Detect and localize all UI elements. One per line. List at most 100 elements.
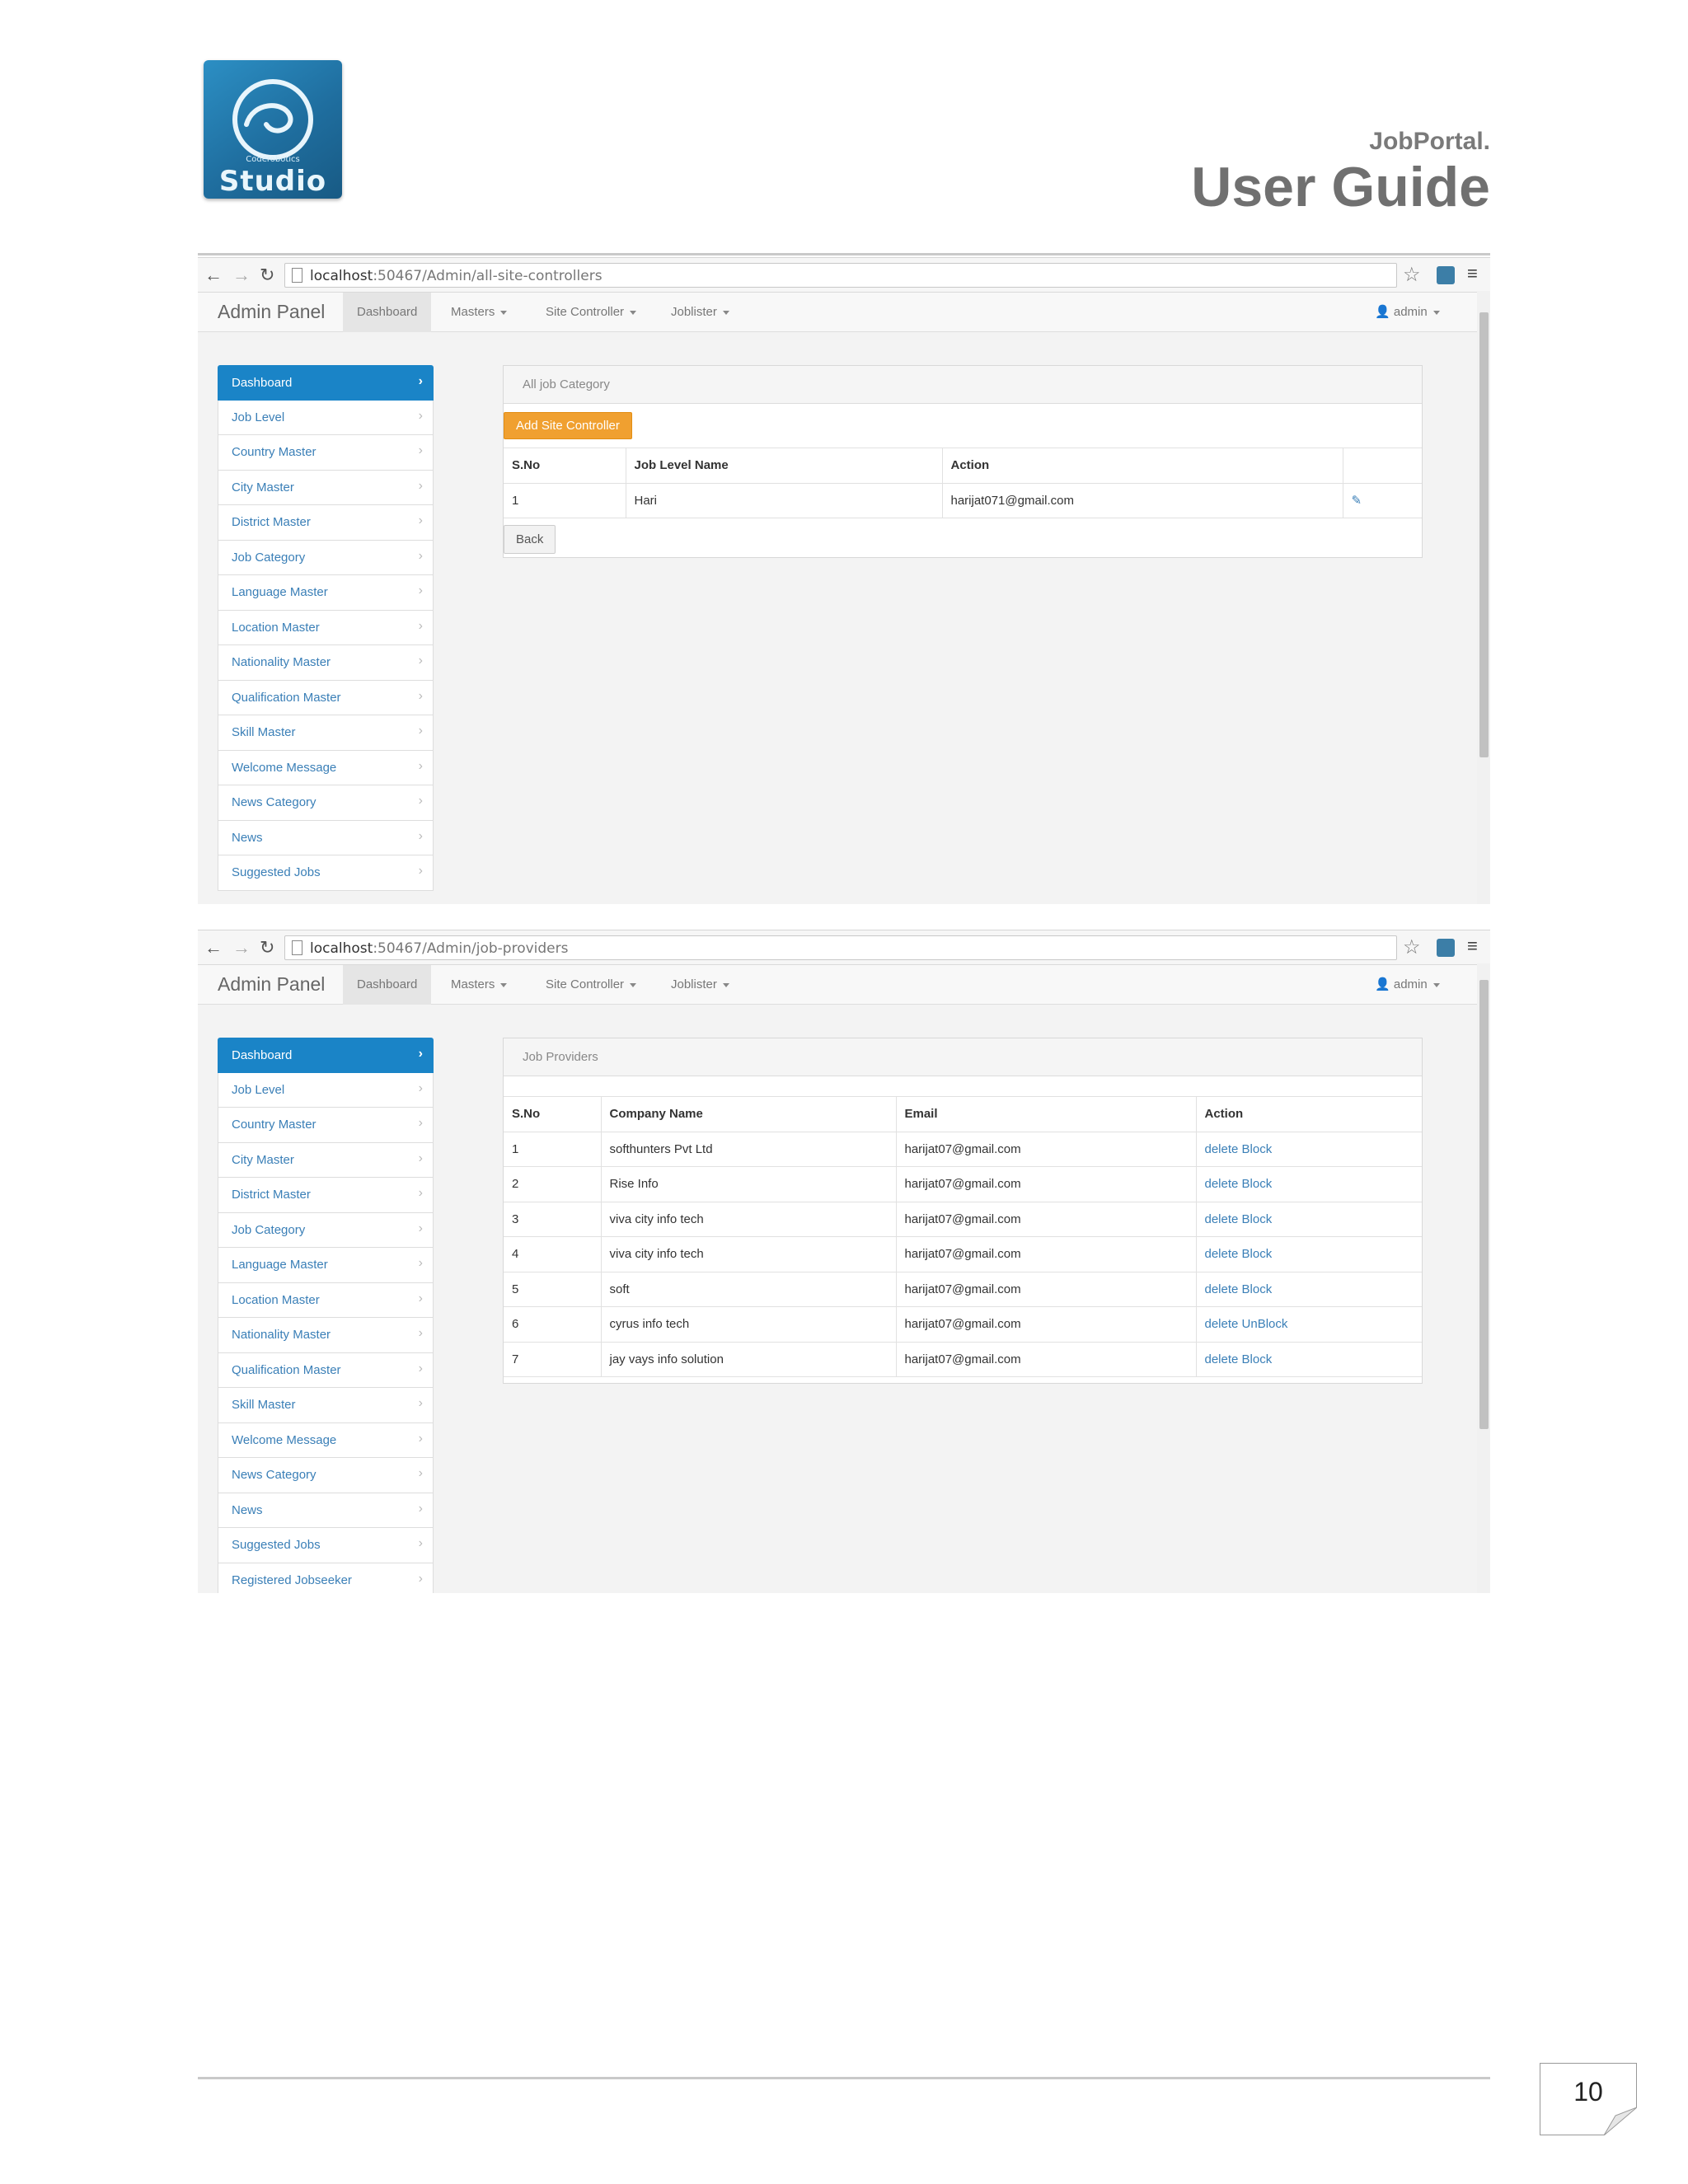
- sidebar-item[interactable]: News ›: [218, 1493, 434, 1528]
- block-toggle-link[interactable]: Block: [1242, 1142, 1273, 1156]
- reload-icon[interactable]: ↻: [260, 265, 274, 286]
- block-toggle-link[interactable]: UnBlock: [1242, 1317, 1288, 1331]
- sidebar-item-label: District Master: [232, 1188, 311, 1202]
- sidebar-item-label: News Category: [232, 795, 316, 809]
- chevron-right-icon: ›: [418, 1256, 423, 1270]
- sidebar-item[interactable]: Suggested Jobs ›: [218, 855, 434, 891]
- sidebar-item[interactable]: Nationality Master ›: [218, 645, 434, 681]
- block-toggle-link[interactable]: Block: [1242, 1212, 1273, 1226]
- scrollbar[interactable]: [1477, 291, 1490, 904]
- browser-menu-icon[interactable]: ≡: [1467, 263, 1478, 284]
- sidebar-item[interactable]: District Master ›: [218, 505, 434, 541]
- sidebar-item[interactable]: City Master ›: [218, 470, 434, 505]
- footer-rule: [198, 2077, 1490, 2079]
- sidebar-item[interactable]: District Master ›: [218, 1178, 434, 1213]
- address-bar[interactable]: localhost:50467/Admin/job-providers: [284, 935, 1397, 960]
- sidebar-item[interactable]: Skill Master ›: [218, 715, 434, 751]
- block-toggle-link[interactable]: Block: [1242, 1352, 1273, 1366]
- sidebar-item[interactable]: Job Level ›: [218, 400, 434, 435]
- sidebar-item[interactable]: News Category ›: [218, 1458, 434, 1493]
- chevron-right-icon: ›: [418, 478, 423, 493]
- back-button[interactable]: Back: [504, 525, 556, 554]
- block-toggle-link[interactable]: Block: [1242, 1247, 1273, 1261]
- sidebar-item-dashboard[interactable]: Dashboard ›: [218, 1038, 434, 1073]
- admin-navbar: Admin Panel Dashboard Masters Site Contr…: [198, 965, 1490, 1005]
- tab-site-controller[interactable]: Site Controller: [532, 965, 650, 1005]
- sidebar-item[interactable]: Location Master ›: [218, 610, 434, 645]
- col-action: Action: [1196, 1096, 1422, 1132]
- sidebar-item[interactable]: News ›: [218, 820, 434, 855]
- sidebar-item[interactable]: Skill Master ›: [218, 1388, 434, 1423]
- extension-icon[interactable]: [1437, 939, 1455, 957]
- sidebar-item-label: Country Master: [232, 445, 316, 459]
- sidebar-item[interactable]: Country Master ›: [218, 1108, 434, 1143]
- tab-site-controller[interactable]: Site Controller: [532, 293, 650, 332]
- back-arrow-icon[interactable]: ←: [204, 937, 223, 958]
- tab-masters[interactable]: Masters: [437, 965, 521, 1005]
- sidebar-item-dashboard[interactable]: Dashboard ›: [218, 365, 434, 401]
- browser-menu-icon[interactable]: ≡: [1467, 935, 1478, 957]
- tab-dashboard[interactable]: Dashboard: [343, 293, 432, 332]
- page-body: Dashboard › Job Level › Country Master › City …: [198, 963, 1490, 1593]
- url-text: localhost:50467/Admin/all-site-controlle…: [310, 268, 603, 284]
- screenshot-site-controllers: ← → ↻ localhost:50467/Admin/all-site-con…: [198, 257, 1490, 904]
- bookmark-star-icon[interactable]: ☆: [1403, 935, 1421, 959]
- sidebar-item[interactable]: Qualification Master ›: [218, 1352, 434, 1388]
- back-arrow-icon[interactable]: ←: [204, 265, 223, 286]
- chevron-right-icon: ›: [418, 1326, 423, 1340]
- chevron-right-icon: ›: [418, 583, 423, 598]
- user-menu[interactable]: 👤 admin: [1375, 293, 1440, 332]
- chevron-right-icon: ›: [418, 443, 423, 457]
- tab-dashboard[interactable]: Dashboard: [343, 965, 432, 1005]
- sidebar-item-label: Welcome Message: [232, 1432, 337, 1447]
- tab-joblister[interactable]: Joblister: [657, 293, 743, 332]
- delete-link[interactable]: delete: [1205, 1142, 1239, 1156]
- delete-link[interactable]: delete: [1205, 1247, 1239, 1261]
- sidebar-item-label: Dashboard: [232, 376, 293, 390]
- sidebar-item[interactable]: Nationality Master ›: [218, 1318, 434, 1353]
- sidebar-item[interactable]: Welcome Message ›: [218, 750, 434, 785]
- sidebar-item[interactable]: Country Master ›: [218, 435, 434, 471]
- delete-link[interactable]: delete: [1205, 1212, 1239, 1226]
- chevron-right-icon: ›: [418, 618, 423, 633]
- sidebar-item[interactable]: News Category ›: [218, 785, 434, 821]
- sidebar-item[interactable]: Suggested Jobs ›: [218, 1528, 434, 1563]
- app-title[interactable]: Admin Panel: [218, 301, 325, 323]
- extension-icon[interactable]: [1437, 266, 1455, 284]
- delete-link[interactable]: delete: [1205, 1317, 1239, 1331]
- app-title[interactable]: Admin Panel: [218, 973, 325, 996]
- block-toggle-link[interactable]: Block: [1242, 1177, 1273, 1191]
- table-row: 5 soft harijat07@gmail.com delete Block: [504, 1272, 1422, 1307]
- sidebar-item[interactable]: Welcome Message ›: [218, 1422, 434, 1458]
- tab-masters[interactable]: Masters: [437, 293, 521, 332]
- scrollbar[interactable]: [1477, 963, 1490, 1593]
- sidebar-item[interactable]: Registered Jobseeker ›: [218, 1563, 434, 1593]
- sidebar-item[interactable]: City Master ›: [218, 1142, 434, 1178]
- edit-icon[interactable]: ✎: [1343, 483, 1422, 518]
- panel-title: All job Category: [504, 366, 1422, 404]
- table-row: 7 jay vays info solution harijat07@gmail.c…: [504, 1342, 1422, 1377]
- delete-link[interactable]: delete: [1205, 1177, 1239, 1191]
- sidebar-item[interactable]: Language Master ›: [218, 575, 434, 611]
- sidebar-item-label: Language Master: [232, 585, 328, 599]
- sidebar-item[interactable]: Job Level ›: [218, 1072, 434, 1108]
- sidebar-item[interactable]: Job Category ›: [218, 1212, 434, 1248]
- sidebar-item[interactable]: Qualification Master ›: [218, 680, 434, 715]
- forward-arrow-icon[interactable]: →: [232, 937, 251, 958]
- address-bar[interactable]: localhost:50467/Admin/all-site-controlle…: [284, 263, 1397, 288]
- forward-arrow-icon[interactable]: →: [232, 265, 251, 286]
- block-toggle-link[interactable]: Block: [1242, 1282, 1273, 1296]
- sidebar-item[interactable]: Location Master ›: [218, 1282, 434, 1318]
- sidebar-item[interactable]: Job Category ›: [218, 540, 434, 575]
- sidebar-item[interactable]: Language Master ›: [218, 1248, 434, 1283]
- add-site-controller-button[interactable]: Add Site Controller: [504, 412, 632, 439]
- user-menu[interactable]: 👤 admin: [1375, 965, 1440, 1005]
- delete-link[interactable]: delete: [1205, 1352, 1239, 1366]
- bookmark-star-icon[interactable]: ☆: [1403, 263, 1421, 287]
- reload-icon[interactable]: ↻: [260, 937, 274, 958]
- chevron-right-icon: ›: [418, 374, 423, 388]
- delete-link[interactable]: delete: [1205, 1282, 1239, 1296]
- tab-joblister[interactable]: Joblister: [657, 965, 743, 1005]
- screenshot-job-providers: ← → ↻ localhost:50467/Admin/job-provider…: [198, 930, 1490, 1593]
- col-email: Email: [896, 1096, 1197, 1132]
